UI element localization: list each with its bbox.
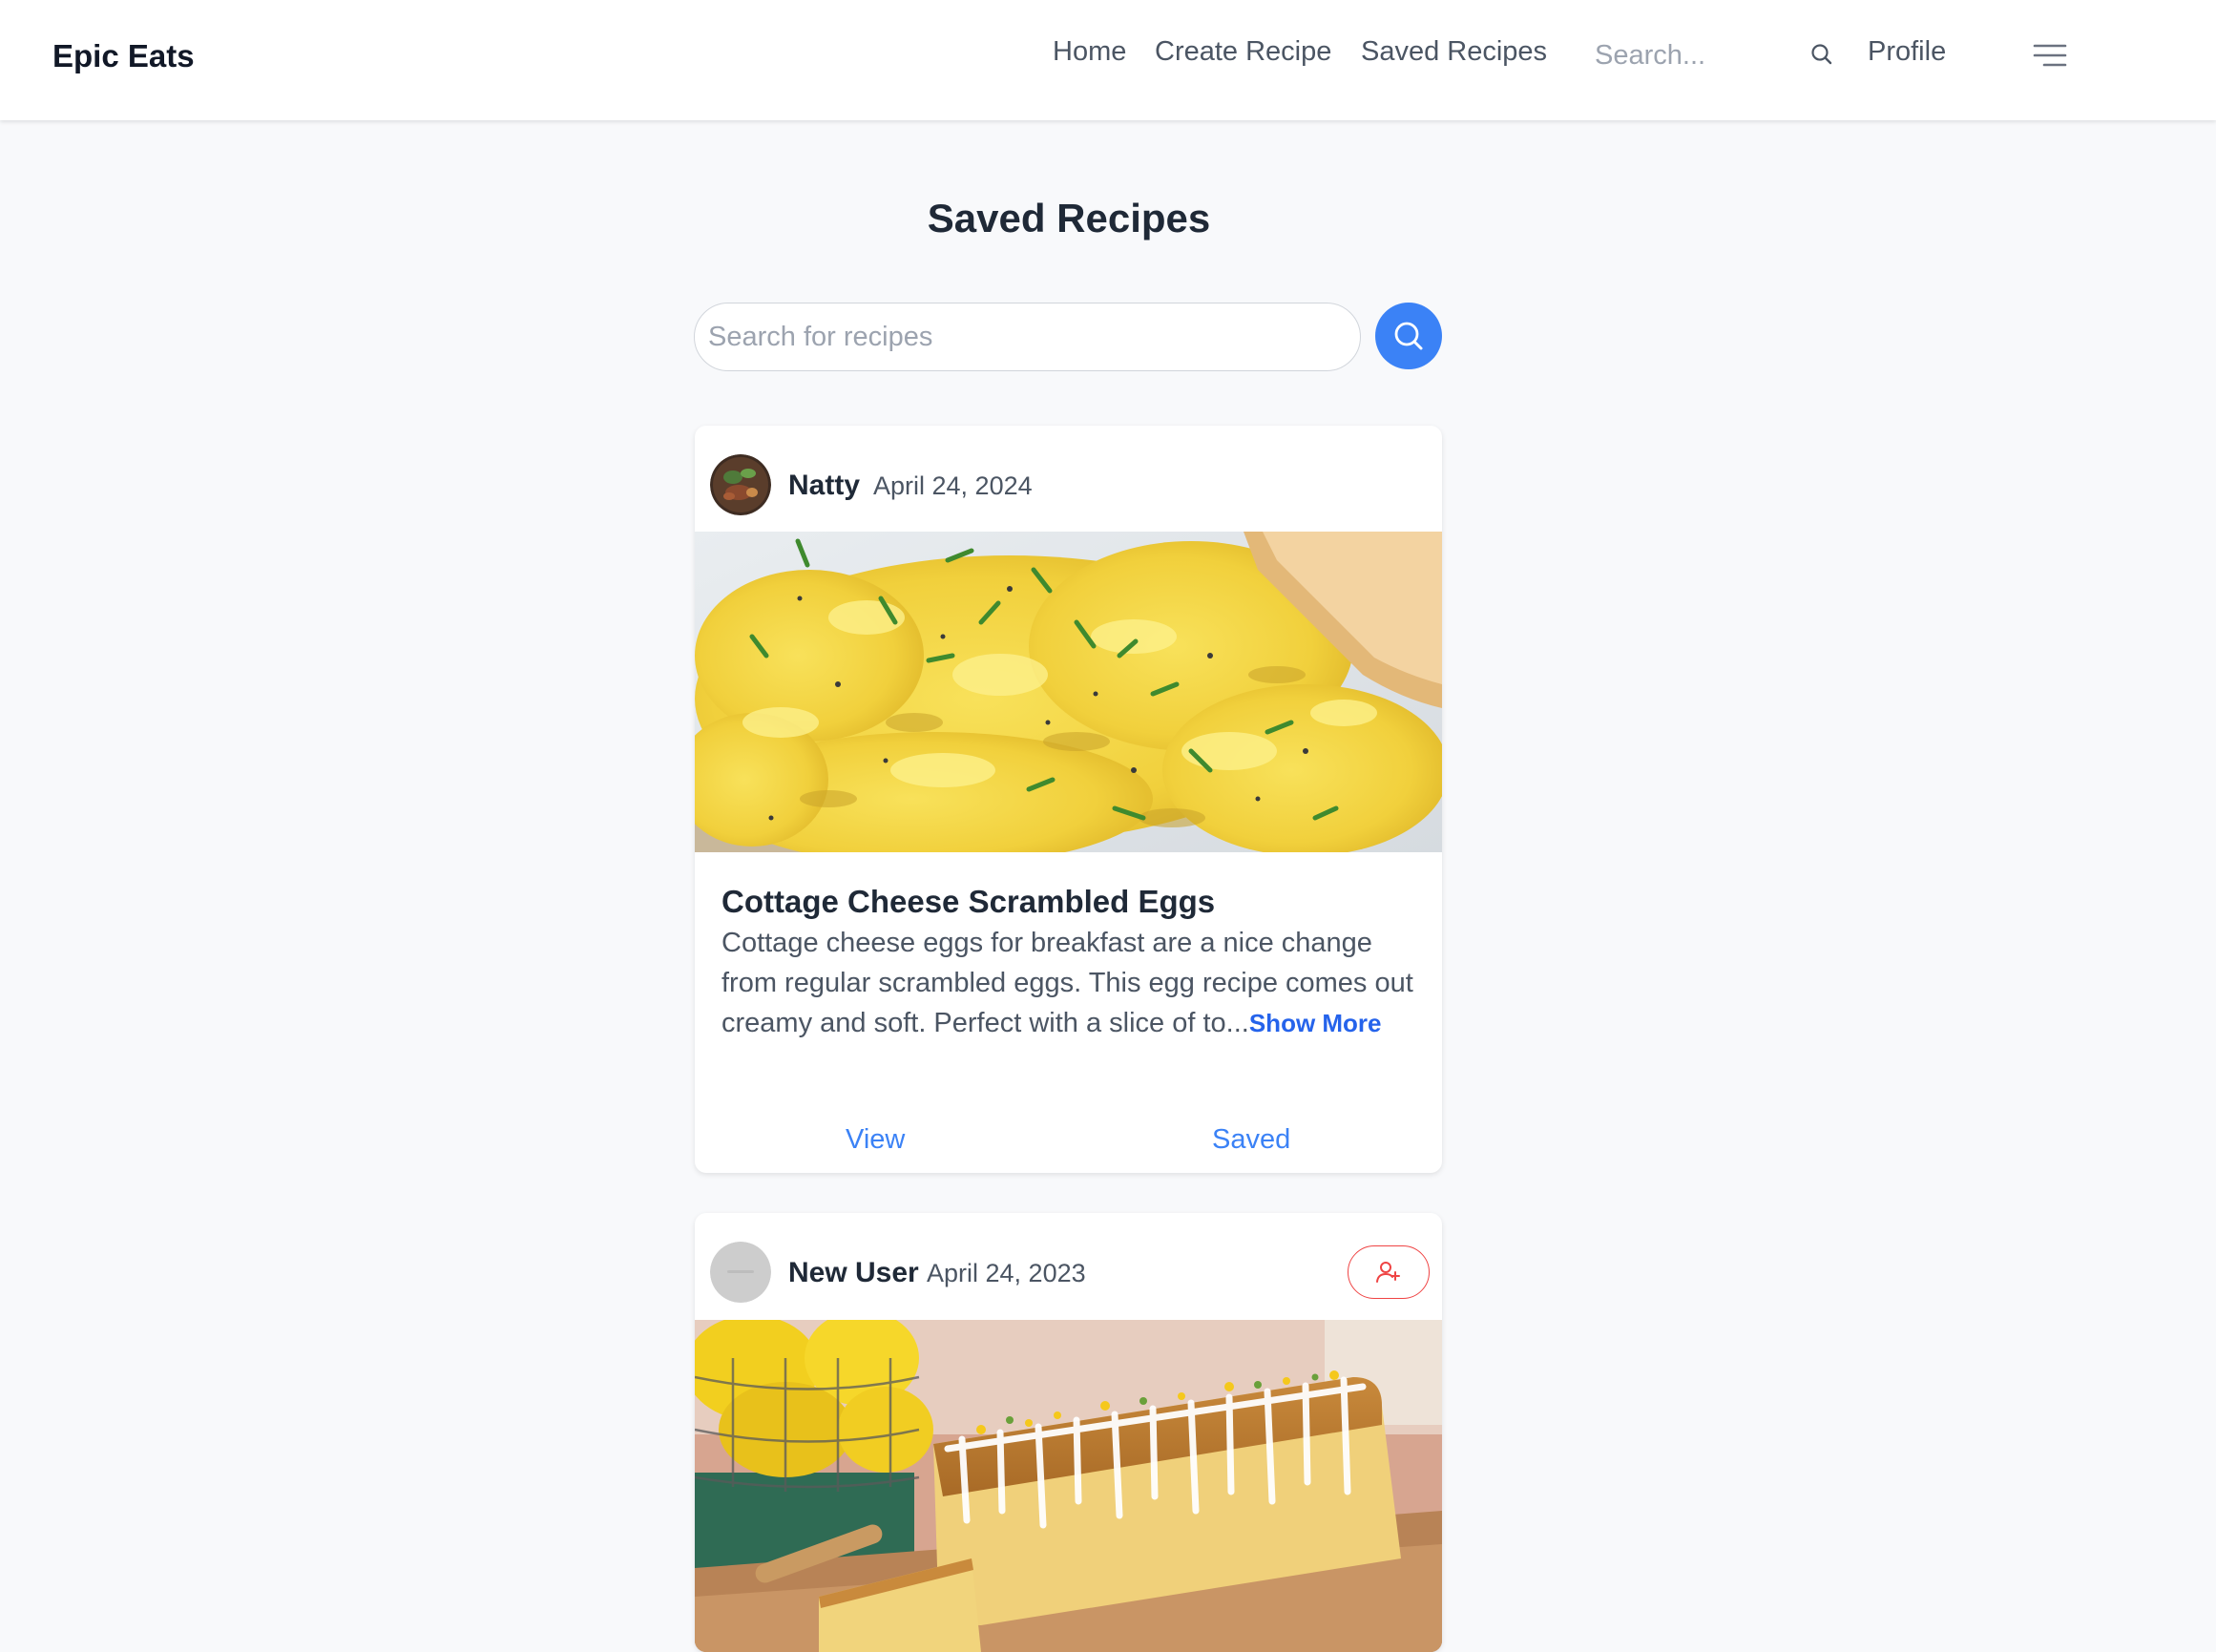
follow-user-button[interactable] xyxy=(1348,1245,1430,1299)
recipe-description: Cottage cheese eggs for breakfast are a … xyxy=(721,923,1416,1043)
recipe-image[interactable] xyxy=(695,532,1442,852)
top-navbar: Epic Eats Home Create Recipe Saved Recip… xyxy=(0,0,2216,120)
avatar[interactable] xyxy=(710,1242,771,1303)
nav-profile-link[interactable]: Profile xyxy=(1868,36,1946,68)
recipe-search-input[interactable] xyxy=(694,303,1361,371)
add-user-icon xyxy=(1376,1262,1400,1283)
post-date: April 24, 2024 xyxy=(873,471,1033,500)
search-icon[interactable] xyxy=(1808,40,1836,69)
page-title: Saved Recipes xyxy=(927,196,1211,240)
nav-home-link[interactable]: Home xyxy=(1053,36,1126,68)
view-recipe-button[interactable]: View xyxy=(846,1124,905,1156)
recipe-card: New User April 24, 2023 xyxy=(695,1213,1442,1652)
saved-toggle-button[interactable]: Saved xyxy=(1212,1124,1290,1156)
search-icon xyxy=(1394,322,1423,350)
recipe-card: Natty April 24, 2024 Cottage Cheese Scra… xyxy=(695,426,1442,1173)
recipe-image[interactable] xyxy=(695,1320,1442,1652)
recipe-title[interactable]: Cottage Cheese Scrambled Eggs xyxy=(721,884,1215,920)
avatar[interactable] xyxy=(710,454,771,515)
author-name[interactable]: Natty xyxy=(788,470,860,502)
show-more-link[interactable]: Show More xyxy=(1249,1009,1382,1037)
nav-saved-recipes-link[interactable]: Saved Recipes xyxy=(1361,36,1547,68)
post-date: April 24, 2023 xyxy=(927,1259,1086,1287)
brand-logo[interactable]: Epic Eats xyxy=(52,38,195,74)
nav-create-recipe-link[interactable]: Create Recipe xyxy=(1155,36,1331,68)
recipe-search-button[interactable] xyxy=(1375,303,1442,369)
menu-icon[interactable] xyxy=(2033,42,2067,71)
navbar-search-input[interactable] xyxy=(1584,34,1806,76)
author-name[interactable]: New User xyxy=(788,1257,919,1289)
